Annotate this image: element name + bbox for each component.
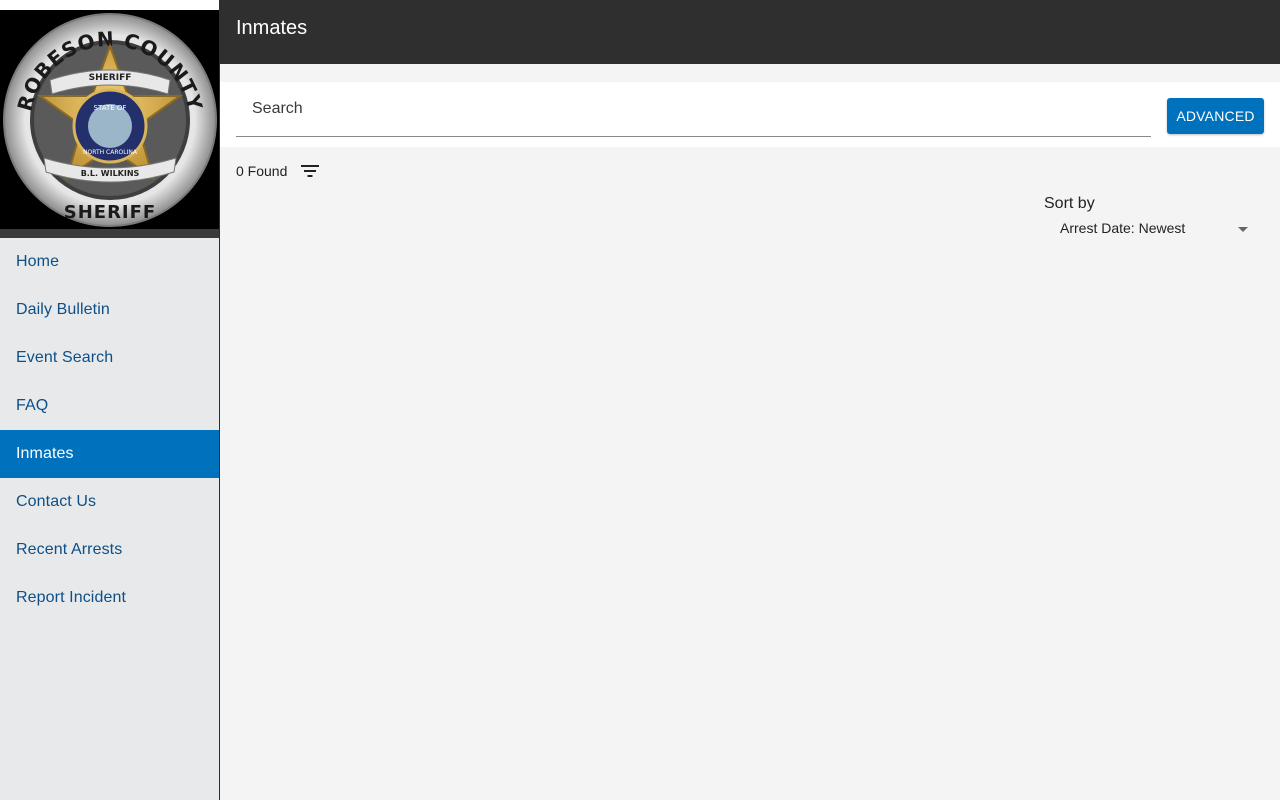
results-count: 0 Found [236, 163, 288, 179]
sidebar-item-faq[interactable]: FAQ [0, 382, 219, 430]
svg-text:STATE OF: STATE OF [94, 104, 127, 112]
sidebar-item-daily-bulletin[interactable]: Daily Bulletin [0, 286, 219, 334]
sheriff-logo[interactable]: ROBESON COUNTY SHERIFF SHERIFF B.L. WILK… [0, 0, 219, 238]
sidebar: ROBESON COUNTY SHERIFF SHERIFF B.L. WILK… [0, 0, 220, 800]
sidebar-item-home[interactable]: Home [0, 238, 219, 286]
sidebar-item-report-incident[interactable]: Report Incident [0, 574, 219, 622]
svg-text:B.L. WILKINS: B.L. WILKINS [81, 169, 140, 178]
sidebar-item-event-search[interactable]: Event Search [0, 334, 219, 382]
svg-text:SHERIFF: SHERIFF [89, 73, 132, 83]
sort-label: Sort by [1044, 195, 1095, 212]
search-input[interactable] [236, 82, 1151, 137]
svg-text:SHERIFF: SHERIFF [64, 202, 156, 223]
sort-select[interactable]: Arrest Date: Newest [1060, 218, 1256, 240]
sidebar-item-contact-us[interactable]: Contact Us [0, 478, 219, 526]
search-panel: ADVANCED [220, 82, 1280, 147]
sort-selected-value: Arrest Date: Newest [1060, 220, 1186, 236]
sidebar-item-inmates[interactable]: Inmates [0, 430, 219, 478]
page-title: Inmates [236, 17, 308, 39]
top-app-bar: Inmates [220, 0, 1280, 64]
sidebar-nav: Home Daily Bulletin Event Search FAQ Inm… [0, 238, 219, 622]
svg-text:NORTH CAROLINA: NORTH CAROLINA [83, 149, 138, 156]
arrow-drop-down-icon [1238, 227, 1248, 232]
filter-list-icon[interactable] [300, 162, 320, 180]
advanced-search-button[interactable]: ADVANCED [1167, 98, 1264, 134]
sheriff-badge-icon: ROBESON COUNTY SHERIFF SHERIFF B.L. WILK… [3, 13, 217, 227]
sidebar-item-recent-arrests[interactable]: Recent Arrests [0, 526, 219, 574]
